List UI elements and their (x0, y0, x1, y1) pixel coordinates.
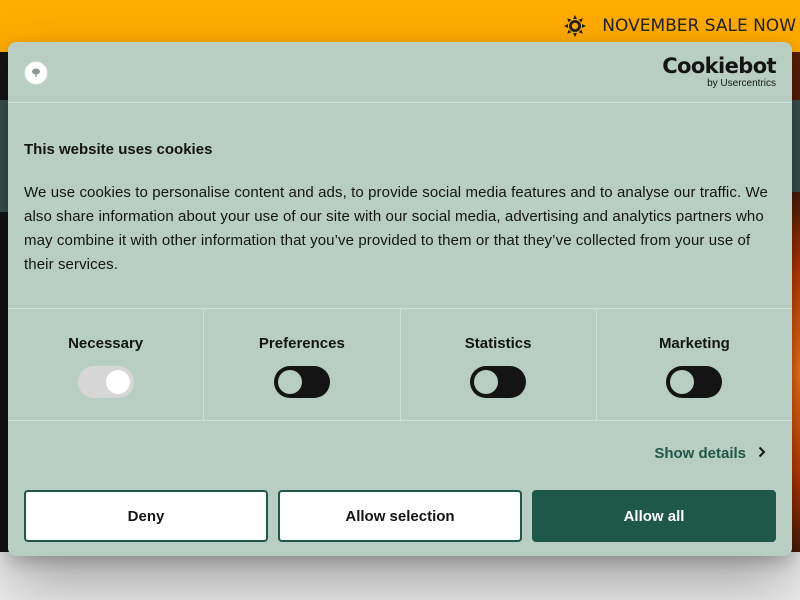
deny-button[interactable]: Deny (24, 490, 268, 542)
category-preferences: Preferences (204, 309, 401, 420)
category-label: Statistics (464, 335, 532, 352)
chevron-right-icon (758, 445, 766, 462)
dialog-title: This website uses cookies (24, 141, 213, 158)
promo-text: NOVEMBER SALE NOW (602, 16, 796, 36)
brand-name: Cookiebot (662, 54, 776, 78)
cookiebot-logo[interactable]: Cookiebot by Usercentrics (662, 56, 776, 89)
category-label: Preferences (258, 335, 345, 352)
brand-sub: by Usercentrics (707, 78, 776, 89)
dialog-text: We use cookies to personalise content an… (24, 184, 768, 273)
necessary-toggle[interactable] (77, 366, 134, 398)
toggle-knob (277, 370, 302, 394)
toggle-knob (670, 370, 695, 394)
category-label: Necessary (68, 335, 144, 352)
toggle-knob (105, 370, 130, 394)
show-details-label: Show details (654, 445, 746, 462)
cookie-categories: Necessary Preferences Statistics Marketi… (8, 308, 792, 421)
tree-logo-icon (24, 61, 48, 85)
category-statistics: Statistics (401, 309, 597, 420)
category-necessary: Necessary (8, 309, 205, 420)
show-details-link[interactable]: Show details (654, 445, 766, 462)
toggle-knob (474, 370, 499, 394)
allow-all-button[interactable]: Allow all (532, 490, 776, 542)
preferences-toggle[interactable] (273, 366, 330, 398)
marketing-toggle[interactable] (666, 366, 723, 398)
category-label: Marketing (658, 335, 730, 352)
statistics-toggle[interactable] (470, 366, 527, 398)
sun-icon (564, 15, 587, 37)
consent-buttons: Deny Allow selection Allow all (24, 490, 776, 542)
cookie-consent-dialog: Cookiebot by Usercentrics This website u… (8, 42, 792, 556)
category-marketing: Marketing (597, 309, 792, 420)
allow-selection-button[interactable]: Allow selection (278, 490, 522, 542)
dialog-header: Cookiebot by Usercentrics (8, 42, 792, 103)
page-footer-strip (0, 552, 800, 600)
